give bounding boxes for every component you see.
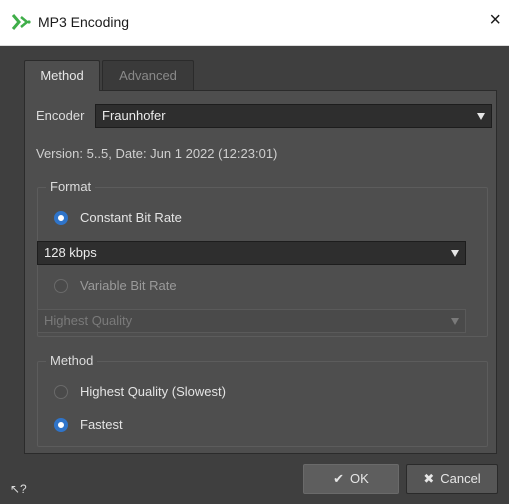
context-help-icon[interactable]: ↖? bbox=[10, 482, 27, 496]
highest-quality-label[interactable]: Highest Quality (Slowest) bbox=[80, 384, 226, 399]
vbr-quality-select: Highest Quality bbox=[37, 309, 466, 333]
chevron-down-icon bbox=[477, 113, 485, 120]
close-icon[interactable]: × bbox=[489, 10, 501, 30]
encoder-label: Encoder bbox=[36, 108, 85, 123]
cross-icon: ✖ bbox=[423, 471, 435, 486]
chevron-down-icon bbox=[451, 318, 459, 325]
fastest-label[interactable]: Fastest bbox=[80, 417, 123, 432]
window-title: MP3 Encoding bbox=[38, 14, 130, 30]
method-group: Method Highest Quality (Slowest) Fastest bbox=[37, 353, 488, 447]
method-group-title: Method bbox=[46, 353, 98, 368]
tab-method[interactable]: Method bbox=[24, 60, 100, 91]
encoder-select[interactable]: Fraunhofer bbox=[95, 104, 492, 128]
cbr-radio[interactable] bbox=[54, 211, 68, 225]
tab-panel-method: Encoder Fraunhofer Version: 5..5, Date: … bbox=[24, 90, 497, 454]
bitrate-select[interactable]: 128 kbps bbox=[37, 241, 466, 265]
cancel-label: Cancel bbox=[440, 471, 481, 486]
wavelab-logo-icon bbox=[11, 14, 31, 30]
format-group-title: Format bbox=[46, 179, 96, 194]
encoder-value: Fraunhofer bbox=[102, 108, 166, 123]
tab-advanced[interactable]: Advanced bbox=[102, 60, 194, 90]
checkmark-icon: ✔ bbox=[333, 471, 345, 486]
vbr-label[interactable]: Variable Bit Rate bbox=[80, 278, 177, 293]
title-bar: MP3 Encoding × bbox=[0, 0, 509, 46]
version-text: Version: 5..5, Date: Jun 1 2022 (12:23:0… bbox=[36, 146, 278, 161]
highest-quality-radio[interactable] bbox=[54, 385, 68, 399]
vbr-quality-value: Highest Quality bbox=[44, 313, 133, 328]
ok-label: OK bbox=[350, 471, 369, 486]
cancel-button[interactable]: ✖ Cancel bbox=[406, 464, 498, 494]
chevron-down-icon bbox=[451, 250, 459, 257]
cbr-label[interactable]: Constant Bit Rate bbox=[80, 210, 182, 225]
ok-button[interactable]: ✔ OK bbox=[303, 464, 399, 494]
format-group: Format Constant Bit Rate 128 kbps Variab… bbox=[37, 179, 488, 337]
vbr-radio[interactable] bbox=[54, 279, 68, 293]
fastest-radio[interactable] bbox=[54, 418, 68, 432]
bitrate-value: 128 kbps bbox=[44, 245, 97, 260]
dialog-body: Method Advanced Encoder Fraunhofer Versi… bbox=[0, 46, 509, 504]
